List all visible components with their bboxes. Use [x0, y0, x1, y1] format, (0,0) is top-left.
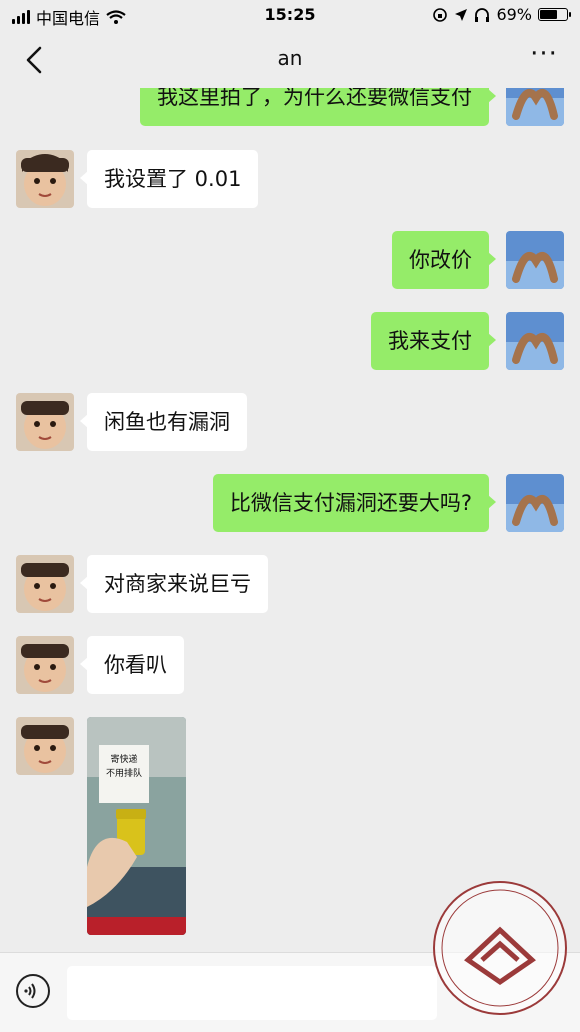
message-bubble[interactable]: 你看叭: [80, 636, 184, 694]
chat-title: an: [277, 46, 303, 70]
input-bar: [0, 952, 580, 1032]
more-button[interactable]: ···: [524, 41, 564, 74]
battery-icon: [538, 8, 571, 21]
contact-avatar[interactable]: [16, 555, 74, 613]
headphones-icon: [475, 7, 490, 22]
sign-text-line2: 不用排队: [106, 767, 142, 779]
contact-avatar[interactable]: [16, 636, 74, 694]
battery-fill: [540, 10, 557, 19]
battery-percent: 69%: [496, 5, 532, 24]
location-icon: [455, 8, 468, 21]
message-input[interactable]: [67, 966, 437, 1020]
status-bar: 中国电信 15:25 69%: [0, 0, 580, 30]
message-bubble[interactable]: 你改价: [392, 231, 496, 289]
voice-button[interactable]: [16, 974, 50, 1008]
contact-avatar[interactable]: [16, 393, 74, 451]
chat-area[interactable]: 我这里拍了，为什么还要微信支付 我设置了 0.01 你改价 我来支付 闲鱼也有漏…: [0, 88, 580, 952]
message-bubble[interactable]: 我来支付: [371, 312, 496, 370]
message-bubble[interactable]: 闲鱼也有漏洞: [80, 393, 247, 451]
self-avatar[interactable]: [506, 88, 564, 126]
contact-avatar[interactable]: [16, 150, 74, 208]
self-avatar[interactable]: [506, 474, 564, 532]
contact-avatar[interactable]: [16, 717, 74, 775]
nav-bar: an ···: [0, 30, 580, 88]
message-bubble[interactable]: 对商家来说巨亏: [80, 555, 268, 613]
orientation-lock-icon: [433, 7, 448, 22]
sign-text-line1: 寄快递: [110, 753, 137, 765]
status-right: 69%: [432, 5, 571, 24]
voice-icon: [24, 983, 36, 999]
message-bubble[interactable]: 比微信支付漏洞还要大吗?: [212, 474, 497, 532]
self-avatar[interactable]: [506, 231, 564, 289]
message-bubble[interactable]: 我这里拍了，为什么还要微信支付: [140, 88, 496, 126]
message-bubble[interactable]: 我设置了 0.01: [79, 150, 259, 208]
self-avatar[interactable]: [506, 312, 564, 370]
image-message[interactable]: 寄快递 不用排队: [87, 717, 186, 935]
